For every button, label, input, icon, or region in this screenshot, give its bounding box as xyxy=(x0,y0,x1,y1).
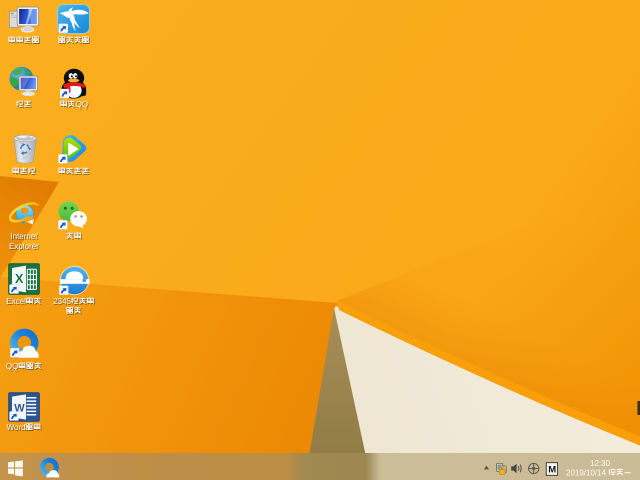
svg-text:M: M xyxy=(548,465,556,476)
svg-text:QQ: QQ xyxy=(75,100,87,109)
svg-text:QQ: QQ xyxy=(5,362,17,371)
svg-text:Excel: Excel xyxy=(6,298,26,307)
svg-text:Word: Word xyxy=(6,423,25,432)
svg-text:2345: 2345 xyxy=(53,297,71,306)
svg-text:12:30: 12:30 xyxy=(590,459,611,468)
svg-text:X: X xyxy=(15,272,24,286)
svg-text:2019/10/14: 2019/10/14 xyxy=(566,468,607,477)
